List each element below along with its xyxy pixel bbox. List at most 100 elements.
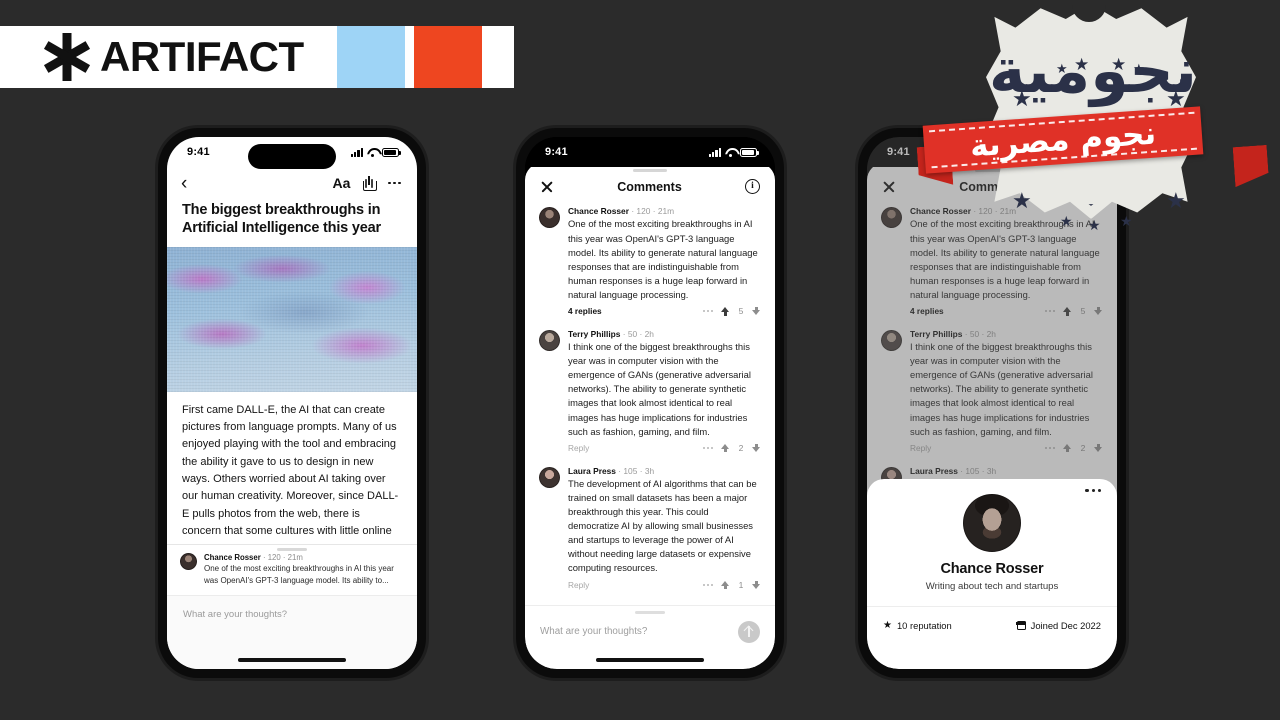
arrow-up-icon[interactable] [721,580,730,590]
cellular-signal-icon [708,147,721,157]
asterisk-icon [43,33,91,81]
comments-title: Comments [617,179,682,194]
color-swatch-blue [336,26,405,88]
ribbon-tail-right [1233,145,1270,187]
status-time: 9:41 [545,146,568,158]
comment-text: One of the most exciting breakthroughs i… [568,218,758,300]
cellular-signal-icon [350,147,363,157]
comment-meta: · 120 · 21m [631,206,675,217]
comment-author-line: Chance Rosser · 120 · 21m [568,206,761,216]
comment-reply-link[interactable]: Reply [568,443,589,453]
battery-icon [740,147,759,157]
reputation-stat: ★ 10 reputation [883,620,952,631]
star-icon: ★ [883,619,892,631]
list-item: Chance Rosser · 120 · 21m One of the mos… [539,206,761,316]
comment-replies-link[interactable]: 4 replies [568,306,602,316]
vote-count: 5 [738,306,744,317]
text-size-button[interactable]: Aa [333,175,351,191]
comment-author[interactable]: Laura Press [568,466,616,476]
avatar [180,553,197,571]
joined-stat: Joined Dec 2022 [1016,620,1101,632]
more-dots-icon[interactable] [883,489,1101,493]
article-body-text: First came DALL-E, the AI that can creat… [182,403,399,555]
toolbar-actions: Aa [333,175,401,191]
comments-list: Chance Rosser · 120 · 21m One of the mos… [525,202,775,605]
list-item: Terry Phillips · 50 · 2h I think one of … [539,329,761,453]
preview-comment-name: Chance Rosser [204,553,261,563]
list-item: Laura Press · 105 · 3h The development o… [539,466,761,590]
divider [867,606,1117,608]
status-indicators [708,147,759,157]
star-icon: ★ [1060,213,1073,229]
arrow-down-icon[interactable] [752,580,761,590]
comment-footer: Reply 2 [568,443,761,453]
avatar[interactable] [539,207,560,229]
star-icon: ★ [1166,188,1186,213]
share-icon[interactable] [363,175,378,191]
brand-wordmark: ARTIFACT [100,33,304,80]
article-screen: 9:41 ‹ Aa The biggest breakthroughs in A… [167,137,417,669]
reputation-value: 10 reputation [896,620,952,632]
comment-reply-link[interactable]: Reply [568,580,589,590]
vote-count: 2 [738,442,744,453]
more-dots-icon[interactable] [388,181,401,185]
preview-comment-author: Chance Rosser · 120 · 21m [204,553,403,562]
arrow-up-icon[interactable] [721,443,730,453]
home-indicator [238,658,346,662]
arrow-down-icon[interactable] [752,306,761,316]
article-toolbar: ‹ Aa [167,167,417,197]
article-title: The biggest breakthroughs in Artificial … [182,202,381,237]
comments-screen: 9:41 Comments i Chance Rosser · 120 · 21… [525,137,775,669]
more-dots-icon[interactable] [703,583,713,586]
wifi-icon [367,148,378,157]
send-arrow-up-icon[interactable] [738,620,760,643]
phone-comments: 9:41 Comments i Chance Rosser · 120 · 21… [516,128,784,678]
arrow-up-icon[interactable] [721,306,730,316]
battery-icon [382,147,401,157]
star-icon: ★ [1120,213,1133,229]
comment-input-placeholder[interactable]: What are your thoughts? [183,609,287,620]
comment-footer: Reply 1 [568,580,761,590]
arrow-down-icon[interactable] [752,443,761,453]
article-hero-image [167,246,417,392]
status-bar: 9:41 [525,137,775,167]
comment-footer: 4 replies 5 [568,306,761,316]
watermark-ribbon-text: نجوم مصرية [968,115,1158,165]
preview-comment-meta: · 120 · 21m [262,553,303,563]
watermark-badge: ★ ★ ★ ★ ★ ★ ★ ★ ★ ★ ★ نجومية نجوم مصرية [948,0,1238,236]
chevron-left-icon[interactable]: ‹ [181,174,187,193]
profile-bio: Writing about tech and startups [925,581,1059,593]
joined-value: Joined Dec 2022 [1030,620,1101,632]
artifact-logo-banner: ARTIFACT [0,26,514,88]
avatar[interactable] [539,330,560,352]
close-x-icon[interactable] [540,180,554,194]
comment-meta: · 105 · 3h [618,465,655,476]
info-circle-icon[interactable]: i [745,179,760,195]
comment-author-line: Laura Press · 105 · 3h [568,466,761,476]
dynamic-island [248,144,336,169]
vote-count: 1 [738,579,744,590]
calendar-icon [1016,621,1027,631]
star-icon: ★ [1012,188,1032,213]
comment-author-line: Terry Phillips · 50 · 2h [568,329,761,339]
profile-card: Chance Rosser Writing about tech and sta… [867,479,1117,669]
comment-author[interactable]: Terry Phillips [568,329,620,339]
comments-header: Comments i [525,172,775,202]
comment-author[interactable]: Chance Rosser [568,206,629,216]
more-dots-icon[interactable] [703,310,713,313]
color-swatch-orange [413,26,482,88]
avatar[interactable] [539,466,560,488]
profile-name: Chance Rosser [940,561,1044,578]
home-indicator [596,658,704,662]
profile-stats: ★ 10 reputation Joined Dec 2022 [883,620,1101,631]
preview-comment-text: One of the most exciting breakthroughs i… [204,564,394,585]
status-time: 9:41 [187,146,210,158]
comments-sheet: Comments i Chance Rosser · 120 · 21m One… [525,163,775,669]
phone-article: 9:41 ‹ Aa The biggest breakthroughs in A… [158,128,426,678]
wifi-icon [725,148,736,157]
status-indicators [350,147,401,157]
comment-text: The development of AI algorithms that ca… [568,477,757,574]
more-dots-icon[interactable] [703,446,713,449]
article-preview-comment[interactable]: Chance Rosser · 120 · 21m One of the mos… [167,544,417,595]
comment-input-placeholder[interactable]: What are your thoughts? [540,626,647,637]
